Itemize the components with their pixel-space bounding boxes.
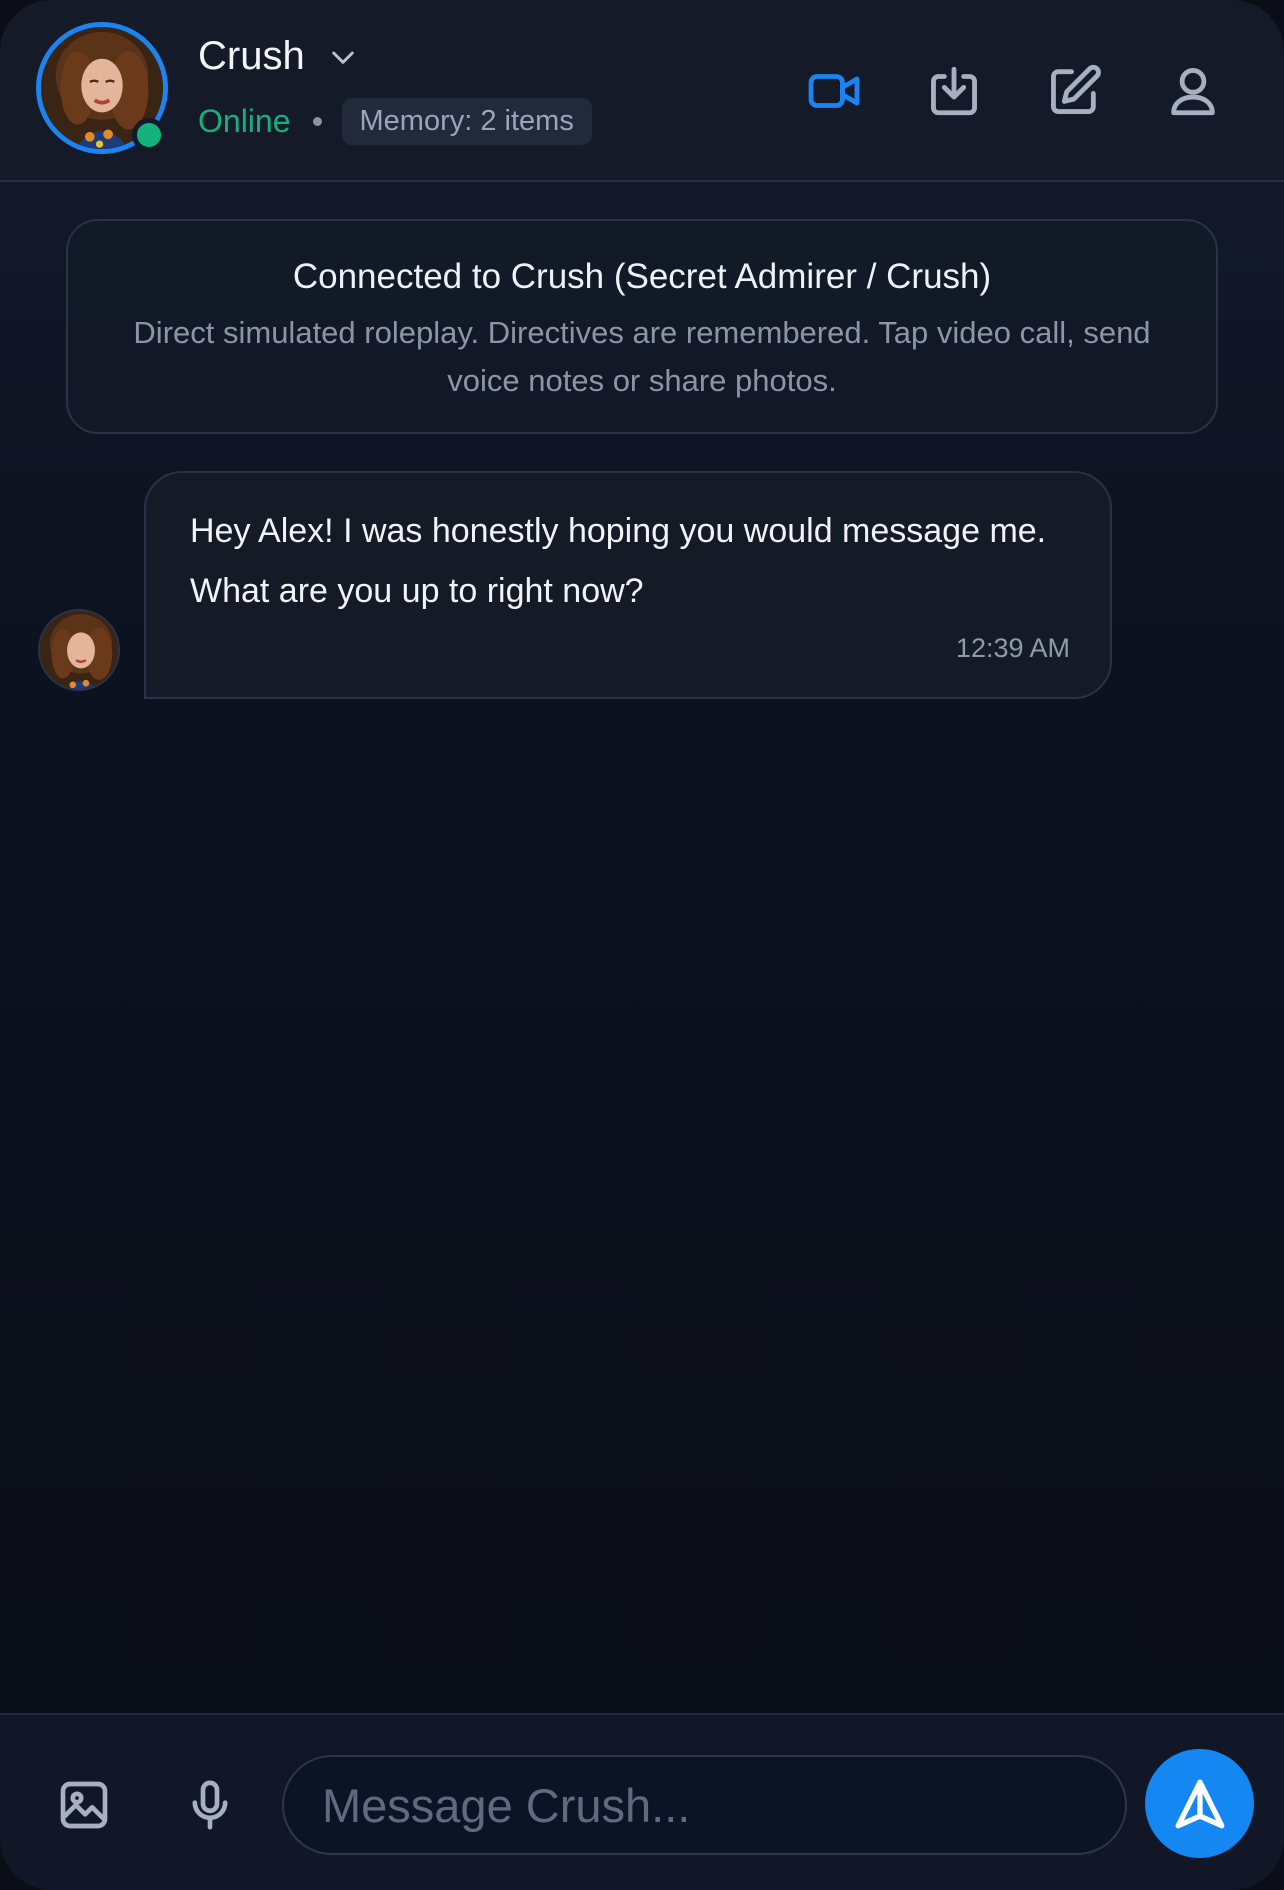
- attach-photo-button[interactable]: [56, 1777, 112, 1833]
- download-icon: [931, 66, 977, 116]
- send-button[interactable]: [1145, 1749, 1254, 1858]
- user-icon: [1171, 68, 1215, 116]
- video-camera-icon: [808, 74, 860, 108]
- message-avatar[interactable]: [38, 609, 120, 691]
- separator-dot: [312, 117, 322, 126]
- connection-info-card: Connected to Crush (Secret Admirer / Cru…: [66, 219, 1218, 434]
- voice-note-button[interactable]: [182, 1777, 238, 1833]
- chat-header: Crush Online Memory: 2 items: [0, 0, 1284, 182]
- avatar-portrait-icon: [40, 611, 118, 689]
- online-status-dot: [132, 118, 166, 152]
- video-call-button[interactable]: [805, 62, 863, 120]
- chevron-down-icon[interactable]: [327, 41, 359, 73]
- connection-title: Connected to Crush (Secret Admirer / Cru…: [292, 257, 992, 296]
- memory-badge[interactable]: Memory: 2 items: [341, 98, 592, 145]
- online-status-text: Online: [198, 103, 291, 139]
- edit-character-button[interactable]: [1045, 62, 1103, 120]
- message-input[interactable]: [282, 1755, 1127, 1855]
- send-icon: [1175, 1779, 1224, 1828]
- chat-app: Crush Online Memory: 2 items Connected t…: [0, 0, 1284, 1890]
- contact-name-row[interactable]: Crush: [198, 34, 359, 79]
- profile-button[interactable]: [1164, 62, 1222, 120]
- message-bubble[interactable]: Hey Alex! I was honestly hoping you woul…: [144, 471, 1112, 699]
- image-icon: [60, 1781, 108, 1829]
- connection-description: Direct simulated roleplay. Directives ar…: [133, 315, 1151, 398]
- message-text: Hey Alex! I was honestly hoping you woul…: [190, 512, 1047, 610]
- message-composer: [0, 1713, 1284, 1890]
- status-row: Online Memory: 2 items: [198, 98, 592, 145]
- contact-name: Crush: [198, 34, 305, 78]
- export-chat-button[interactable]: [925, 62, 983, 120]
- contact-avatar[interactable]: [36, 22, 168, 154]
- edit-icon: [1051, 64, 1101, 114]
- message-timestamp: 12:39 AM: [955, 633, 1070, 663]
- microphone-icon: [192, 1780, 228, 1830]
